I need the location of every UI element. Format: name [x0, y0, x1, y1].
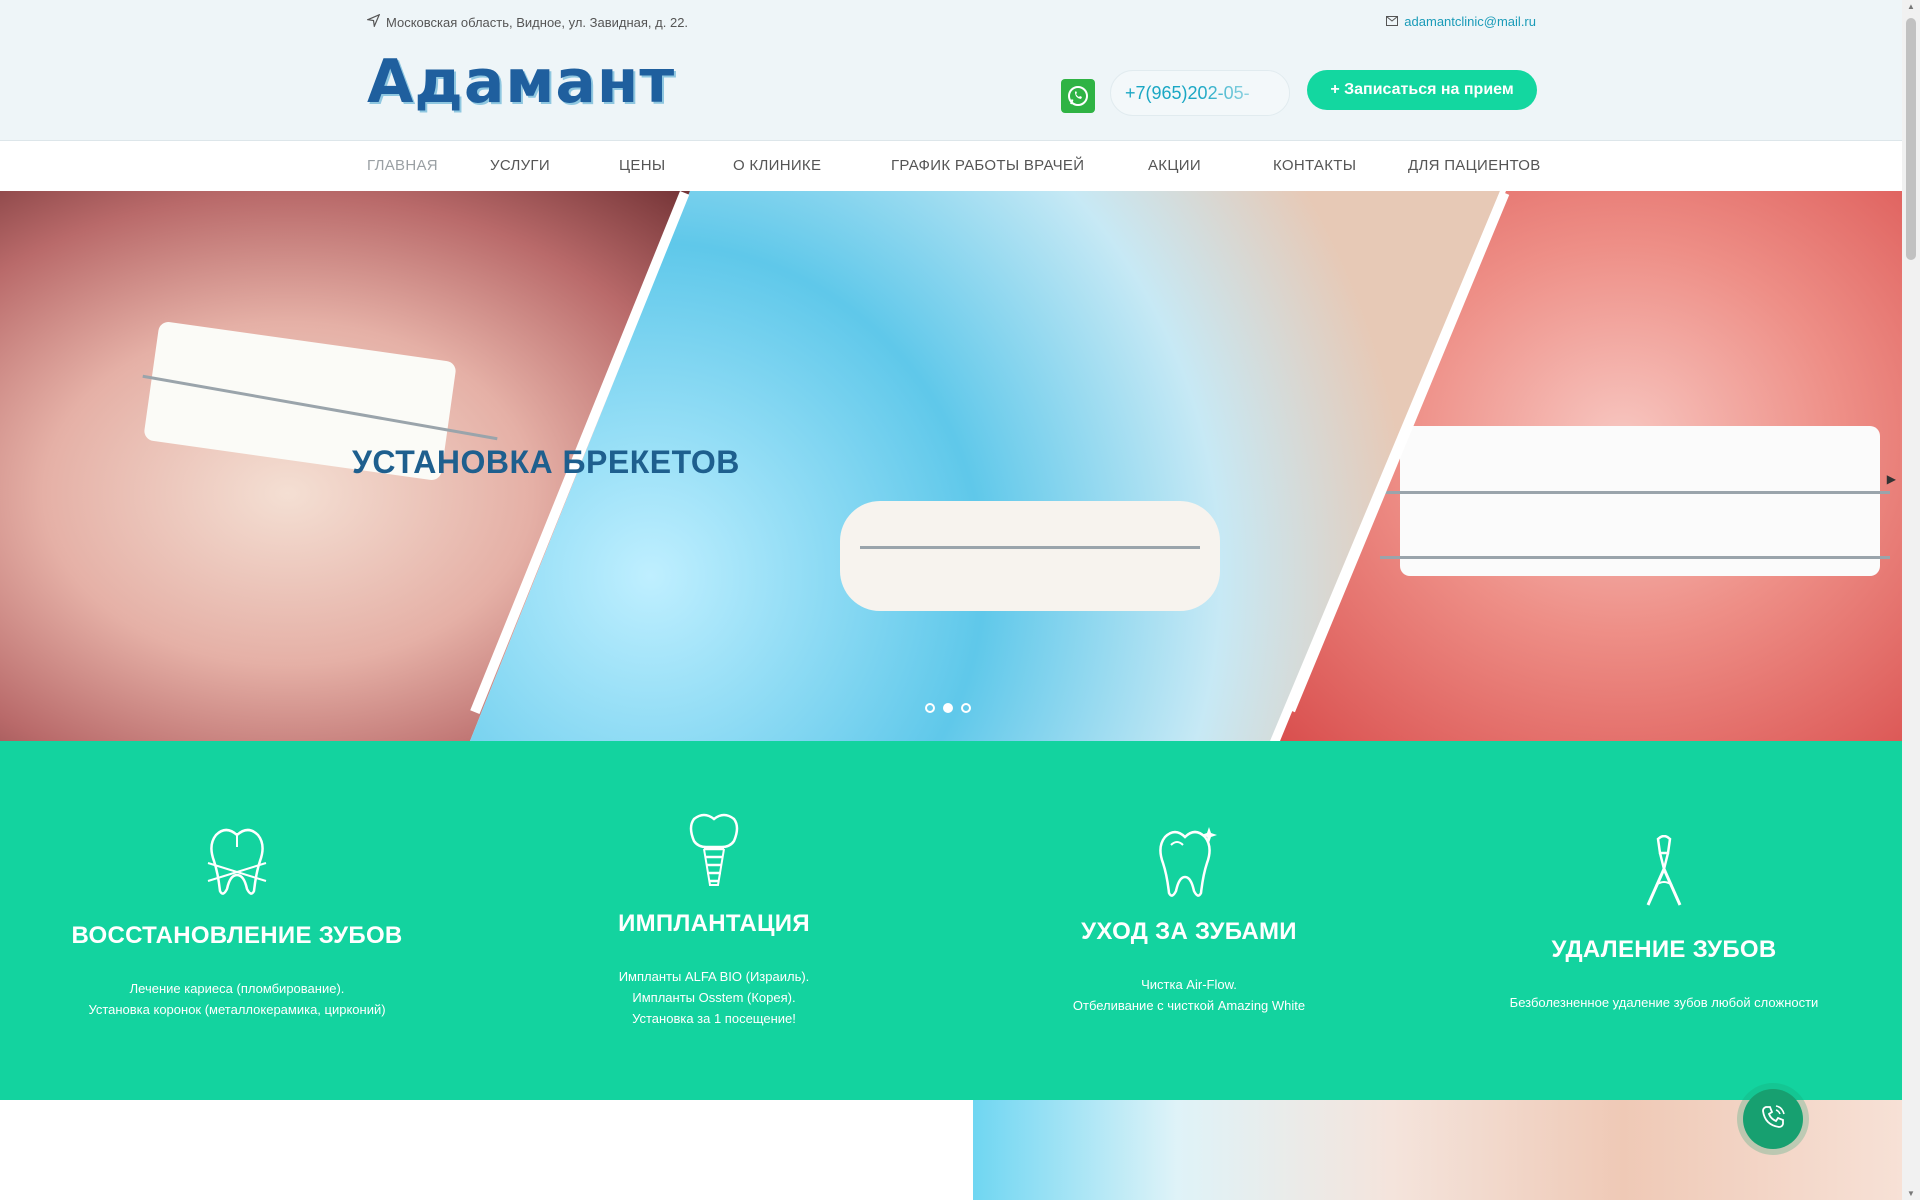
braces-wire: [1380, 556, 1890, 559]
braces-wire: [1380, 491, 1890, 494]
service-desc: Импланты Osstem (Корея).: [632, 990, 796, 1005]
slider-dot[interactable]: [961, 703, 971, 713]
service-title: ВОССТАНОВЛЕНИЕ ЗУБОВ: [71, 922, 403, 949]
phone-icon: [1758, 1102, 1788, 1137]
teeth-shape: [1400, 426, 1880, 576]
service-card-implant[interactable]: ИМПЛАНТАЦИЯ Импланты ALFA BIO (Израиль).…: [479, 813, 949, 1029]
services-section: ВОССТАНОВЛЕНИЕ ЗУБОВ Лечение кариеса (пл…: [0, 741, 1902, 1100]
service-desc: Отбеливание с чисткой Amazing White: [1072, 998, 1306, 1013]
nav-item-prices[interactable]: ЦЕНЫ: [619, 157, 665, 174]
service-card-care[interactable]: УХОД ЗА ЗУБАМИ Чистка Air-Flow. Отбелива…: [954, 825, 1424, 1016]
call-button[interactable]: [1743, 1089, 1803, 1149]
service-desc: Импланты ALFA BIO (Израиль).: [618, 969, 810, 984]
slider-dots: [925, 703, 971, 713]
scrollbar-thumb[interactable]: [1906, 18, 1916, 260]
dental-implant-icon: [479, 813, 949, 894]
nav-item-services[interactable]: УСЛУГИ: [490, 157, 550, 174]
phone-number[interactable]: +7(965)202-05-: [1110, 70, 1290, 116]
nav-item-home[interactable]: ГЛАВНАЯ: [367, 157, 438, 174]
address-text: Московская область, Видное, ул. Завидная…: [386, 14, 689, 30]
slider-dot-active[interactable]: [943, 703, 953, 713]
header: Московская область, Видное, ул. Завидная…: [0, 0, 1902, 140]
hero-slider[interactable]: УСТАНОВКА БРЕКЕТОВ ▶: [0, 191, 1902, 741]
slider-next-icon[interactable]: ▶: [1887, 472, 1896, 486]
scroll-down-arrow-icon[interactable]: ▼: [1907, 1189, 1915, 1198]
nav-item-contacts[interactable]: КОНТАКТЫ: [1273, 157, 1356, 174]
nav-item-patients[interactable]: ДЛЯ ПАЦИЕНТОВ: [1408, 157, 1541, 174]
address: Московская область, Видное, ул. Завидная…: [365, 13, 689, 30]
service-card-restoration[interactable]: ВОССТАНОВЛЕНИЕ ЗУБОВ Лечение кариеса (пл…: [2, 823, 472, 1020]
service-title: ИМПЛАНТАЦИЯ: [618, 910, 810, 937]
main-nav: ГЛАВНАЯ УСЛУГИ ЦЕНЫ О КЛИНИКЕ ГРАФИК РАБ…: [0, 140, 1902, 192]
service-title: УХОД ЗА ЗУБАМИ: [1081, 918, 1297, 945]
envelope-icon: [1386, 14, 1399, 29]
service-card-extraction[interactable]: УДАЛЕНИЕ ЗУБОВ Безболезненное удаление з…: [1429, 834, 1899, 1013]
tooth-restoration-icon: [2, 823, 472, 904]
service-desc: Установка коронок (металлокерамика, цирк…: [88, 1002, 386, 1017]
nav-item-schedule[interactable]: ГРАФИК РАБОТЫ ВРАЧЕЙ: [891, 157, 1084, 174]
email-link[interactable]: adamantclinic@mail.ru: [1386, 14, 1536, 29]
hero-title: УСТАНОВКА БРЕКЕТОВ: [352, 444, 740, 480]
email-text: adamantclinic@mail.ru: [1404, 14, 1536, 29]
scroll-up-arrow-icon[interactable]: ▲: [1907, 2, 1915, 11]
service-desc: Лечение кариеса (пломбирование).: [129, 981, 345, 996]
service-title: УДАЛЕНИЕ ЗУБОВ: [1551, 936, 1777, 963]
nav-item-about[interactable]: О КЛИНИКЕ: [733, 157, 821, 174]
location-arrow-icon: [365, 13, 381, 30]
page-scrollbar[interactable]: ▲ ▼: [1902, 0, 1920, 1200]
sparkling-tooth-icon: [954, 825, 1424, 904]
whatsapp-icon[interactable]: [1061, 79, 1095, 113]
book-appointment-button[interactable]: + Записаться на прием: [1307, 70, 1537, 110]
nav-item-promotions[interactable]: АКЦИИ: [1148, 157, 1201, 174]
braces-wire: [860, 546, 1200, 549]
dental-forceps-icon: [1429, 834, 1899, 914]
slider-dot[interactable]: [925, 703, 935, 713]
service-desc: Установка за 1 посещение!: [632, 1011, 796, 1026]
service-desc: Безболезненное удаление зубов любой слож…: [1509, 995, 1819, 1010]
teeth-shape: [840, 501, 1220, 611]
service-desc: Чистка Air-Flow.: [1141, 977, 1237, 992]
logo[interactable]: Адамант: [367, 46, 675, 118]
